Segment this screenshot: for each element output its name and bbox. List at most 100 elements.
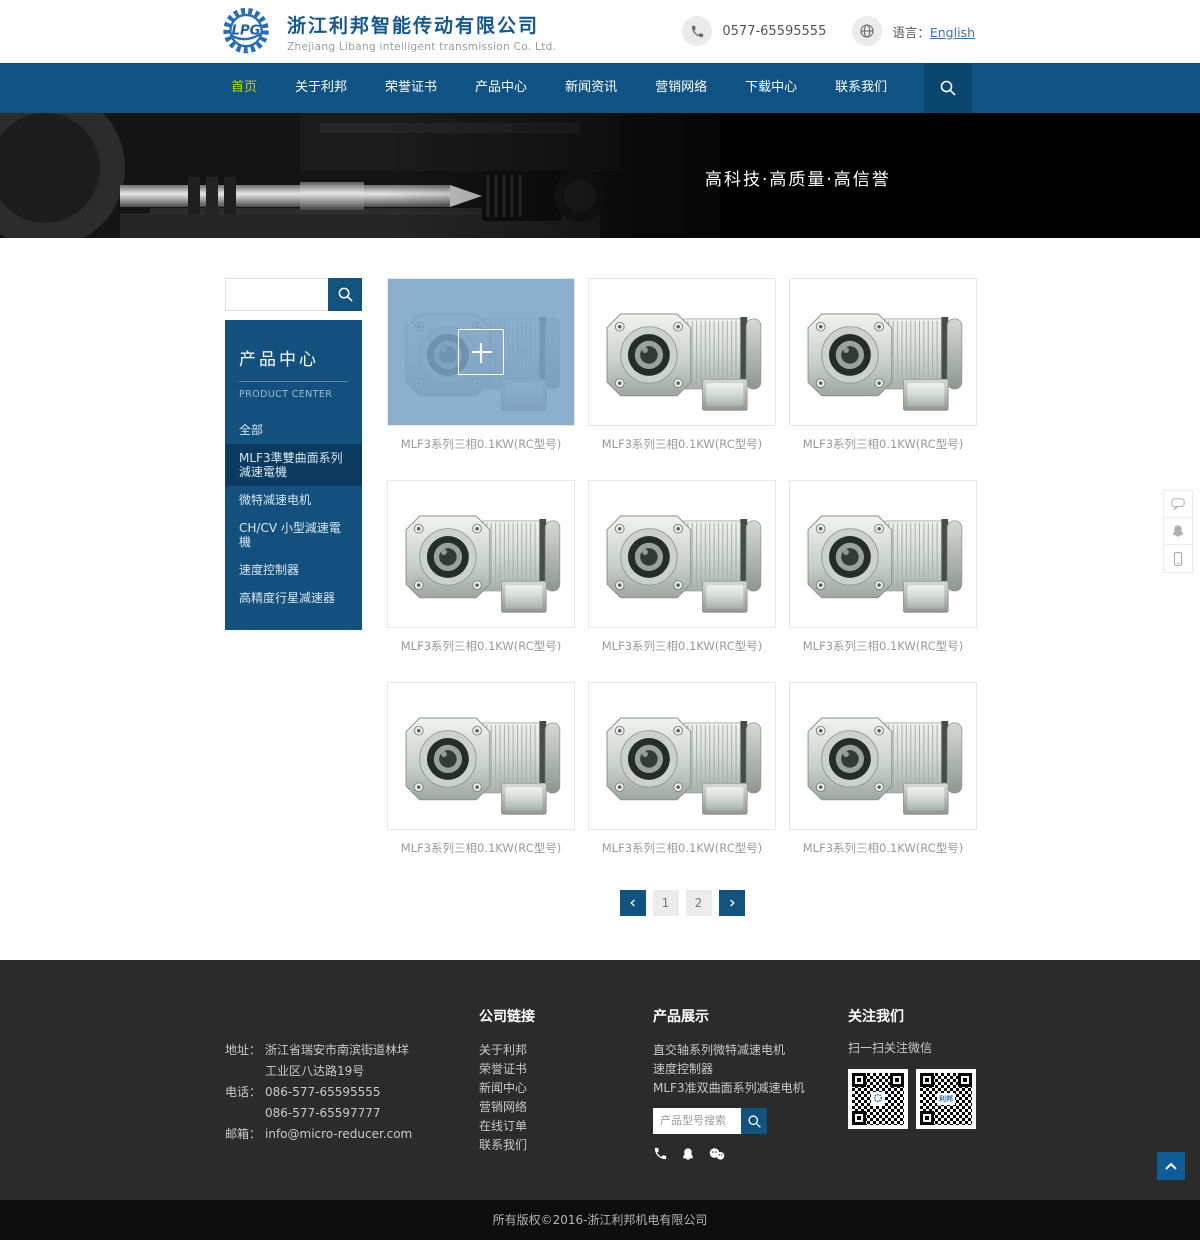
banner-slogan: 高科技·高质量·高信誉	[705, 165, 891, 190]
category-mlf3[interactable]: MLF3準雙曲面系列減速電機	[225, 444, 362, 486]
category-planetary[interactable]: 高精度行星减速器	[225, 584, 362, 612]
footer-product-link-1[interactable]: 直交轴系列微特减速电机	[653, 1041, 805, 1060]
product-image[interactable]	[588, 480, 776, 628]
footer-link-contact[interactable]: 联系我们	[479, 1136, 535, 1155]
product-card[interactable]: MLF3系列三相0.1KW(RC型号)	[789, 278, 977, 452]
phone-icon[interactable]	[653, 1146, 668, 1161]
footer-product-link-2[interactable]: 速度控制器	[653, 1060, 805, 1079]
product-title[interactable]: MLF3系列三相0.1KW(RC型号)	[588, 840, 776, 856]
pagination-prev-button[interactable]	[620, 890, 646, 916]
footer-product-link-3[interactable]: MLF3准双曲面系列减速电机	[653, 1079, 805, 1098]
product-card[interactable]: MLF3系列三相0.1KW(RC型号)	[588, 480, 776, 654]
product-card[interactable]: MLF3系列三相0.1KW(RC型号)	[387, 682, 575, 856]
product-image[interactable]	[789, 682, 977, 830]
footer-search-button[interactable]	[741, 1108, 767, 1134]
product-image[interactable]	[387, 480, 575, 628]
qr-codes: 利邦	[848, 1069, 976, 1129]
product-title[interactable]: MLF3系列三相0.1KW(RC型号)	[387, 840, 575, 856]
chevron-left-icon	[627, 897, 639, 909]
footer-link-honor[interactable]: 荣誉证书	[479, 1060, 535, 1079]
panel-title: 产品中心	[239, 345, 348, 382]
company-links-title: 公司链接	[479, 1006, 535, 1026]
sidebar-search	[225, 278, 362, 311]
product-image[interactable]	[789, 278, 977, 426]
nav-item-about[interactable]: 关于利邦	[276, 63, 366, 113]
category-chcv[interactable]: CH/CV 小型減速電機	[225, 514, 362, 556]
footer-email: info@micro-reducer.com	[265, 1124, 412, 1145]
language-link-english[interactable]: English	[930, 25, 975, 40]
nav-item-home[interactable]: 首页	[212, 63, 276, 113]
nav-item-network[interactable]: 营销网络	[636, 63, 726, 113]
footer-search-input[interactable]	[653, 1108, 741, 1134]
footer-link-network[interactable]: 营销网络	[479, 1098, 535, 1117]
product-title[interactable]: MLF3系列三相0.1KW(RC型号)	[588, 436, 776, 452]
category-all[interactable]: 全部	[225, 416, 362, 444]
logo[interactable]: LPG 浙江利邦智能传动有限公司 Zhejiang Libang intelli…	[216, 5, 556, 58]
gear-logo-icon: LPG	[216, 5, 278, 58]
product-hover-overlay	[388, 279, 574, 425]
gear-motor-image	[589, 279, 775, 425]
sidebar-search-button[interactable]	[328, 278, 362, 311]
nav-item-products[interactable]: 产品中心	[456, 63, 546, 113]
product-card[interactable]: MLF3系列三相0.1KW(RC型号)	[789, 682, 977, 856]
gear-motor-image	[388, 683, 574, 829]
product-card[interactable]: MLF3系列三相0.1KW(RC型号)	[588, 682, 776, 856]
mobile-button[interactable]	[1164, 545, 1192, 572]
back-to-top-button[interactable]	[1157, 1152, 1185, 1180]
follow-title: 关注我们	[848, 1006, 976, 1026]
nav-search-button[interactable]	[924, 63, 972, 113]
product-title[interactable]: MLF3系列三相0.1KW(RC型号)	[387, 638, 575, 654]
email-label: 邮箱：	[225, 1124, 265, 1145]
search-icon	[939, 79, 957, 97]
copyright-text: 所有版权©2016-浙江利邦机电有限公司	[493, 1213, 708, 1227]
product-title[interactable]: MLF3系列三相0.1KW(RC型号)	[588, 638, 776, 654]
product-title[interactable]: MLF3系列三相0.1KW(RC型号)	[789, 436, 977, 452]
pagination-next-button[interactable]	[719, 890, 745, 916]
language-switch: 语言：English	[892, 22, 975, 41]
nav-item-honor[interactable]: 荣誉证书	[366, 63, 456, 113]
sidebar-search-input[interactable]	[225, 278, 328, 311]
nav-item-contact[interactable]: 联系我们	[816, 63, 906, 113]
pagination-page-2[interactable]: 2	[686, 890, 712, 916]
product-image[interactable]	[588, 682, 776, 830]
qq-icon[interactable]	[681, 1147, 695, 1161]
gear-motor-image	[388, 481, 574, 627]
product-image[interactable]	[387, 682, 575, 830]
qq-button[interactable]	[1164, 518, 1192, 545]
phone-icon	[682, 16, 712, 46]
product-image[interactable]	[588, 278, 776, 426]
message-button[interactable]	[1164, 491, 1192, 518]
footer-link-order[interactable]: 在线订单	[479, 1117, 535, 1136]
product-card[interactable]: MLF3系列三相0.1KW(RC型号)	[387, 278, 575, 452]
product-title[interactable]: MLF3系列三相0.1KW(RC型号)	[387, 436, 575, 452]
header-contact: 0577-65595555 语言：English	[682, 16, 975, 46]
message-icon	[1170, 497, 1186, 511]
product-card[interactable]: MLF3系列三相0.1KW(RC型号)	[588, 278, 776, 452]
pagination: 1 2	[387, 890, 977, 916]
nav-item-news[interactable]: 新闻资讯	[546, 63, 636, 113]
site-footer: 地址：浙江省瑞安市南滨街道林垟 工业区八达路19号 电话：086-577-655…	[0, 960, 1200, 1200]
wechat-qr-code-2: 利邦	[916, 1069, 976, 1129]
product-title[interactable]: MLF3系列三相0.1KW(RC型号)	[789, 840, 977, 856]
footer-link-news[interactable]: 新闻中心	[479, 1079, 535, 1098]
category-micro-motor[interactable]: 微特减速电机	[225, 486, 362, 514]
product-card[interactable]: MLF3系列三相0.1KW(RC型号)	[789, 480, 977, 654]
zoom-plus-icon[interactable]	[458, 329, 504, 375]
product-card[interactable]: MLF3系列三相0.1KW(RC型号)	[387, 480, 575, 654]
mobile-icon	[1172, 551, 1184, 567]
chevron-right-icon	[726, 897, 738, 909]
product-image[interactable]	[789, 480, 977, 628]
wechat-icon[interactable]	[708, 1147, 726, 1161]
footer-product-links: 产品展示 直交轴系列微特减速电机 速度控制器 MLF3准双曲面系列减速电机	[653, 1006, 805, 1161]
hero-banner: 高科技·高质量·高信誉	[0, 113, 1200, 238]
product-title[interactable]: MLF3系列三相0.1KW(RC型号)	[789, 638, 977, 654]
pagination-page-1[interactable]: 1	[653, 890, 679, 916]
footer-contact-info: 地址：浙江省瑞安市南滨街道林垟 工业区八达路19号 电话：086-577-655…	[225, 1040, 412, 1145]
follow-scan-text: 扫一扫关注微信	[848, 1039, 976, 1056]
product-image[interactable]	[387, 278, 575, 426]
banner-fade	[0, 113, 1200, 238]
category-speed-controller[interactable]: 速度控制器	[225, 556, 362, 584]
search-icon	[747, 1114, 762, 1129]
footer-link-about[interactable]: 关于利邦	[479, 1041, 535, 1060]
nav-item-download[interactable]: 下载中心	[726, 63, 816, 113]
